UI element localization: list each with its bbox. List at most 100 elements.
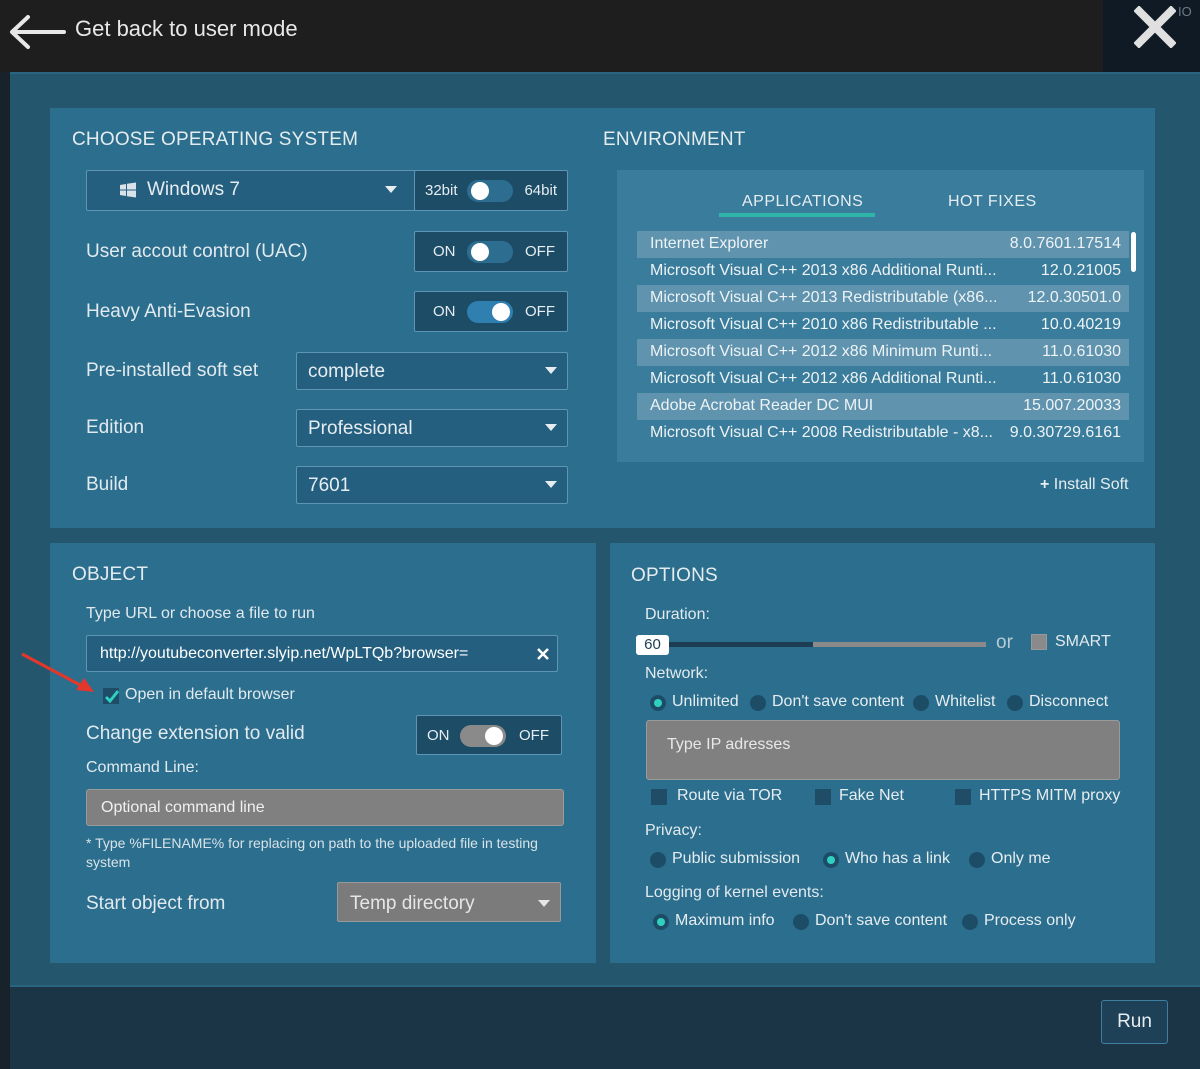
anti-evasion-track: [467, 301, 513, 323]
privacy-radio-link[interactable]: [823, 852, 839, 868]
https-mitm-label[interactable]: HTTPS MITM proxy: [979, 787, 1120, 805]
app-name: Microsoft Visual C++ 2008 Redistributabl…: [650, 424, 993, 441]
open-in-browser-checkbox[interactable]: [103, 688, 120, 704]
network-option-disconnect[interactable]: Disconnect: [1029, 693, 1108, 711]
duration-slider-handle[interactable]: 60: [636, 635, 669, 655]
bitness-toggle[interactable]: 32bit 64bit: [414, 170, 568, 211]
filename-note: * Type %FILENAME% for replacing on path …: [86, 835, 538, 870]
logging-radio-dont-save[interactable]: [793, 914, 809, 930]
checkmark-icon: [104, 690, 120, 704]
run-button[interactable]: Run: [1101, 1000, 1168, 1044]
app-name: Internet Explorer: [650, 235, 769, 252]
network-radio-whitelist[interactable]: [913, 695, 929, 711]
ip-addresses-placeholder: Type IP adresses: [667, 736, 791, 753]
list-item[interactable]: Microsoft Visual C++ 2013 Redistributabl…: [637, 285, 1129, 312]
app-version: 9.0.30729.6161: [1009, 424, 1121, 441]
network-option-unlimited[interactable]: Unlimited: [672, 693, 739, 711]
change-extension-on-label: ON: [427, 727, 450, 744]
tab-applications[interactable]: APPLICATIONS: [742, 193, 863, 211]
uac-on-label: ON: [433, 243, 456, 260]
clear-icon[interactable]: [537, 648, 549, 660]
network-label: Network:: [645, 665, 709, 682]
network-radio-unlimited[interactable]: [650, 695, 666, 711]
build-value: 7601: [308, 475, 351, 496]
list-item[interactable]: Microsoft Visual C++ 2013 x86 Additional…: [637, 258, 1129, 285]
softset-select[interactable]: complete: [296, 352, 568, 390]
network-radio-dont-save[interactable]: [750, 695, 766, 711]
fake-net-checkbox[interactable]: [815, 789, 831, 805]
back-to-user-mode-link[interactable]: Get back to user mode: [75, 16, 298, 42]
list-scrollbar[interactable]: [1131, 232, 1136, 272]
install-soft-button[interactable]: + Install Soft: [1040, 476, 1129, 494]
app-name: Microsoft Visual C++ 2013 x86 Additional…: [650, 262, 997, 279]
anti-evasion-toggle[interactable]: ON OFF: [414, 291, 568, 332]
list-item[interactable]: Adobe Acrobat Reader DC MUI 15.007.20033: [637, 393, 1129, 420]
windows-logo-icon: [120, 182, 136, 198]
chevron-down-icon: [545, 424, 557, 431]
privacy-option-link[interactable]: Who has a link: [845, 850, 950, 868]
build-label: Build: [86, 474, 129, 495]
back-arrow-icon[interactable]: [8, 14, 66, 50]
app-name: Adobe Acrobat Reader DC MUI: [650, 397, 874, 414]
smart-checkbox[interactable]: [1031, 634, 1047, 650]
uac-toggle[interactable]: ON OFF: [414, 231, 568, 272]
background-label: IO: [1178, 4, 1192, 19]
os-select-value: Windows 7: [147, 179, 240, 200]
fake-net-label[interactable]: Fake Net: [839, 787, 904, 805]
list-item[interactable]: Microsoft Visual C++ 2010 x86 Redistribu…: [637, 312, 1129, 339]
plus-icon: +: [1040, 476, 1050, 493]
https-mitm-checkbox[interactable]: [955, 789, 971, 805]
command-line-input[interactable]: Optional command line: [86, 789, 564, 826]
start-from-label: Start object from: [86, 893, 226, 914]
open-in-browser-label[interactable]: Open in default browser: [125, 686, 295, 704]
network-option-whitelist[interactable]: Whitelist: [935, 693, 995, 711]
app-name: Microsoft Visual C++ 2010 x86 Redistribu…: [650, 316, 997, 333]
logging-option-maximum[interactable]: Maximum info: [675, 912, 775, 930]
list-item[interactable]: Internet Explorer 8.0.7601.17514: [637, 231, 1129, 258]
logging-label: Logging of kernel events:: [645, 884, 824, 901]
privacy-option-public[interactable]: Public submission: [672, 850, 800, 868]
edition-select[interactable]: Professional: [296, 409, 568, 447]
privacy-option-only-me[interactable]: Only me: [991, 850, 1051, 868]
logging-option-dont-save[interactable]: Don't save content: [815, 912, 947, 930]
uac-track: [467, 241, 513, 263]
change-extension-track: [460, 725, 506, 747]
logging-option-process[interactable]: Process only: [984, 912, 1076, 930]
duration-label: Duration:: [645, 606, 710, 623]
list-item[interactable]: Microsoft Visual C++ 2012 x86 Additional…: [637, 366, 1129, 393]
anti-evasion-knob: [492, 303, 510, 321]
logging-radio-maximum[interactable]: [653, 914, 669, 930]
privacy-radio-public[interactable]: [650, 852, 666, 868]
uac-knob: [471, 243, 489, 261]
app-version: 15.007.20033: [1023, 397, 1121, 414]
bitness-left-label: 32bit: [425, 182, 458, 199]
uac-label: User accout control (UAC): [86, 241, 308, 262]
os-section-title: CHOOSE OPERATING SYSTEM: [72, 129, 359, 150]
url-input[interactable]: http://youtubeconverter.slyip.net/WpLTQb…: [86, 635, 558, 672]
network-radio-disconnect[interactable]: [1007, 695, 1023, 711]
app-version: 11.0.61030: [1042, 343, 1121, 360]
list-item[interactable]: Microsoft Visual C++ 2008 Redistributabl…: [637, 420, 1129, 447]
app-name: Microsoft Visual C++ 2012 x86 Additional…: [650, 370, 997, 387]
tab-hot-fixes[interactable]: HOT FIXES: [948, 193, 1037, 211]
start-from-select[interactable]: Temp directory: [337, 882, 561, 922]
environment-section-title: ENVIRONMENT: [603, 129, 746, 150]
app-version: 12.0.21005: [1040, 262, 1121, 279]
app-version: 12.0.30501.0: [1027, 289, 1121, 306]
smart-label[interactable]: SMART: [1055, 633, 1111, 651]
os-select[interactable]: Windows 7: [86, 170, 416, 211]
change-extension-toggle[interactable]: ON OFF: [416, 715, 562, 755]
list-item[interactable]: Microsoft Visual C++ 2012 x86 Minimum Ru…: [637, 339, 1129, 366]
route-tor-label[interactable]: Route via TOR: [677, 787, 782, 805]
red-arrow-annotation: [21, 652, 94, 692]
privacy-radio-only-me[interactable]: [969, 852, 985, 868]
ip-addresses-input[interactable]: Type IP adresses: [646, 720, 1120, 780]
route-tor-checkbox[interactable]: [651, 789, 667, 805]
command-line-label: Command Line:: [86, 759, 199, 776]
build-select[interactable]: 7601: [296, 466, 568, 504]
network-option-dont-save[interactable]: Don't save content: [772, 693, 904, 711]
logging-radio-process[interactable]: [962, 914, 978, 930]
modal-footer: [10, 985, 1200, 1069]
close-icon[interactable]: [1134, 6, 1176, 48]
anti-evasion-off-label: OFF: [525, 303, 555, 320]
